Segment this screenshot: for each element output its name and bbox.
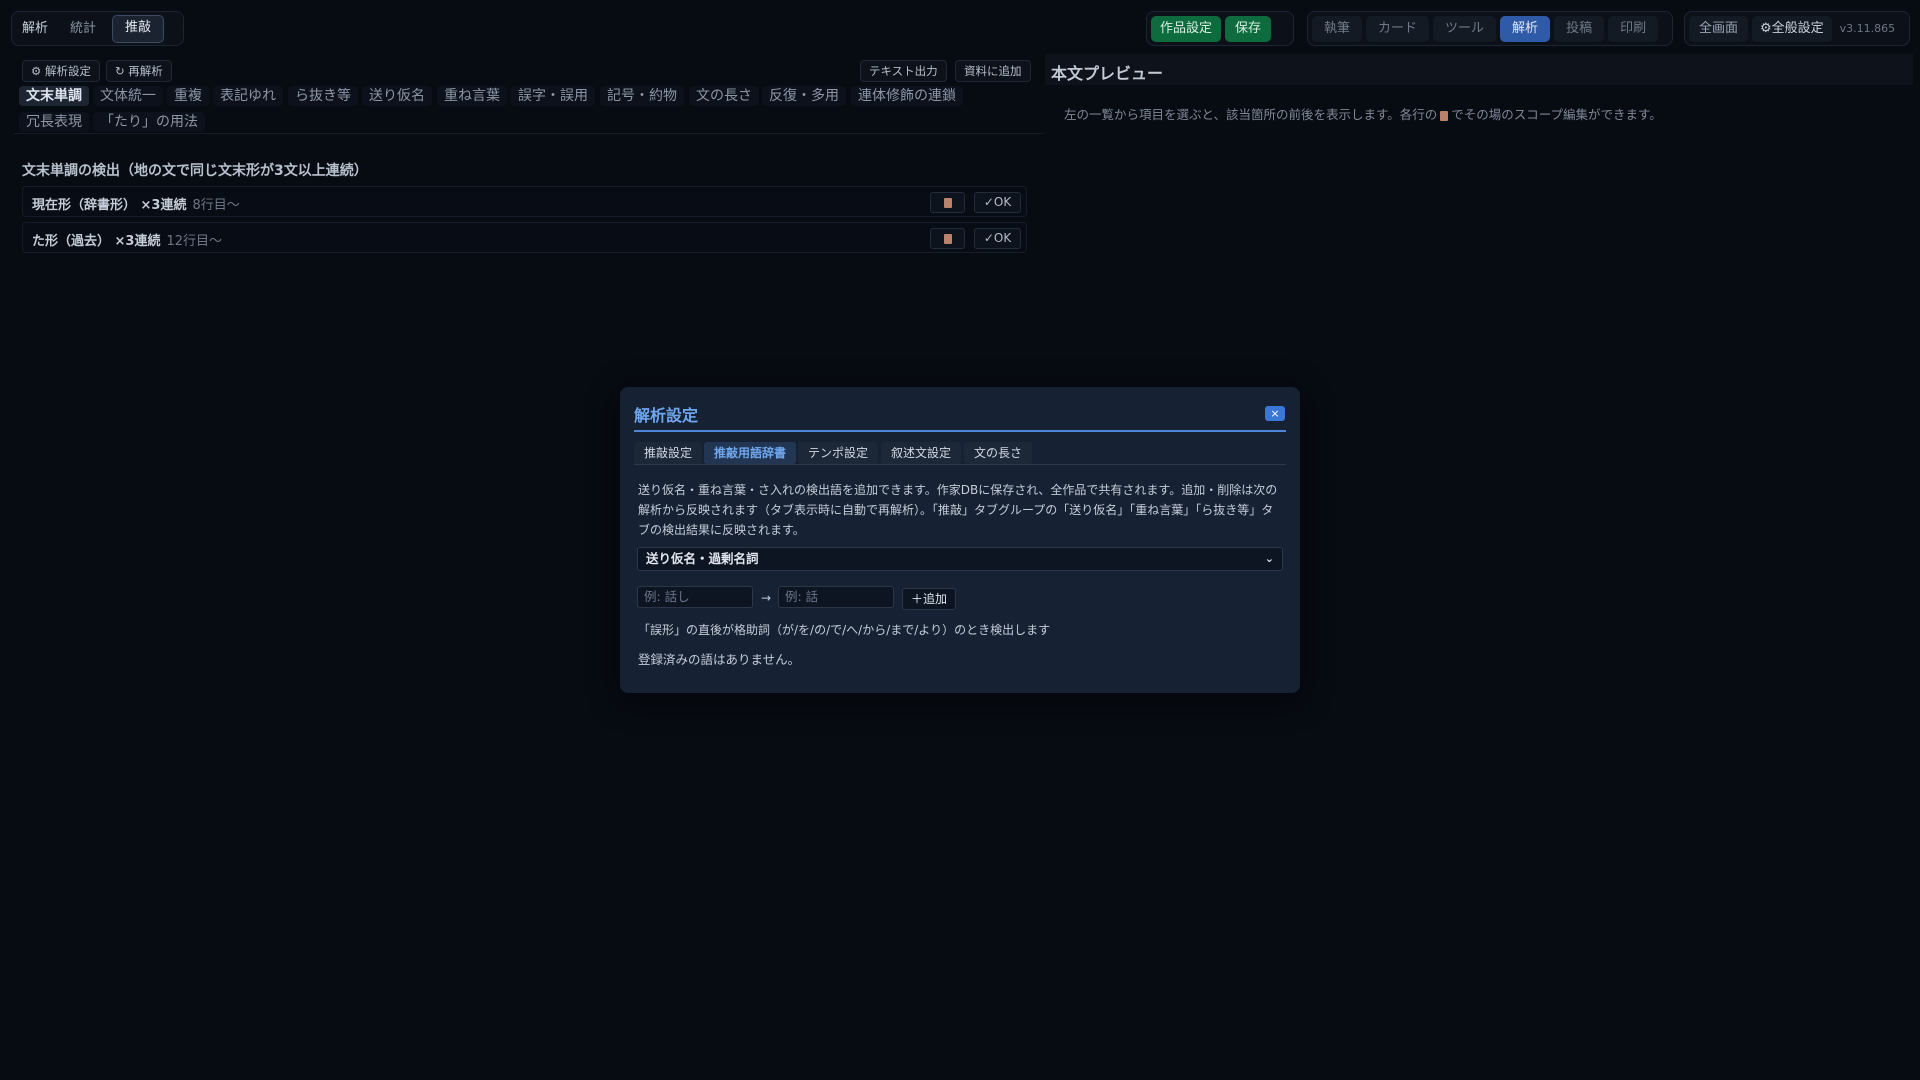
result-title: 現在形（辞書形） ×3連続 — [32, 198, 187, 213]
category-tab-symbols[interactable]: 記号・約物 — [600, 86, 684, 106]
analysis-settings-modal: 解析設定 × 推敲設定 推敲用語辞書 テンポ設定 叙述文設定 文の長さ 送り仮名… — [620, 387, 1300, 693]
document-icon — [943, 233, 952, 244]
category-tab-verbose[interactable]: 冗長表現 — [19, 112, 89, 132]
mode-tab-stats[interactable]: 統計 — [58, 16, 108, 42]
modal-title-underline — [634, 430, 1286, 432]
select-value: 送り仮名・過剰名詞 — [646, 551, 759, 566]
result-line: 12行目〜 — [166, 234, 223, 249]
modal-tab-divider — [634, 464, 1286, 465]
category-tab-redundant-words[interactable]: 重ね言葉 — [437, 86, 507, 106]
text-export-button[interactable]: テキスト出力 — [860, 60, 947, 82]
tab-analysis[interactable]: 解析 — [1500, 15, 1551, 42]
modal-tab-sentence-length[interactable]: 文の長さ — [964, 442, 1033, 464]
close-icon[interactable]: × — [1265, 406, 1285, 421]
result-row[interactable]: た形（過去） ×3連続 12行目〜 ✓OK — [22, 222, 1027, 253]
modal-description: 送り仮名・重ね言葉・さ入れの検出語を追加できます。作家DBに保存され、全作品で共… — [638, 483, 1278, 537]
modal-tab-narration[interactable]: 叙述文設定 — [881, 442, 962, 464]
analysis-settings-button[interactable]: ⚙ 解析設定 — [22, 60, 100, 82]
global-settings-button[interactable]: ⚙全般設定 — [1752, 15, 1832, 42]
tab-post[interactable]: 投稿 — [1554, 15, 1605, 42]
ok-button[interactable]: ✓OK — [974, 228, 1021, 249]
category-tab-sentence-length[interactable]: 文の長さ — [689, 86, 759, 106]
work-settings-button[interactable]: 作品設定 — [1151, 15, 1222, 42]
reanalyze-button[interactable]: ↻ 再解析 — [106, 60, 172, 82]
document-icon — [1440, 110, 1449, 121]
preview-title: 本文プレビュー — [1051, 64, 1164, 83]
modal-title: 解析設定 — [634, 406, 699, 425]
chevron-down-icon: ⌄ — [1264, 552, 1274, 565]
category-divider — [14, 133, 1044, 134]
category-tab-sentence-ending[interactable]: 文末単調 — [19, 86, 89, 106]
save-button[interactable]: 保存 — [1225, 15, 1272, 42]
category-tab-style-unify[interactable]: 文体統一 — [93, 86, 163, 106]
action-group: 作品設定 保存 — [1146, 11, 1294, 46]
mode-tab-revise[interactable]: 推敲 — [112, 14, 165, 43]
section-title: 文末単調の検出（地の文で同じ文末形が3文以上連続） — [22, 163, 368, 179]
category-tab-notation[interactable]: 表記ゆれ — [213, 86, 283, 106]
preview-header: 本文プレビュー — [1045, 54, 1913, 85]
category-tab-typo[interactable]: 誤字・誤用 — [511, 86, 595, 106]
scope-edit-button[interactable] — [930, 228, 965, 249]
result-label: 現在形（辞書形） ×3連続 8行目〜 — [32, 194, 240, 213]
modal-tab-revise-dictionary[interactable]: 推敲用語辞書 — [704, 442, 797, 464]
category-tab-okurigana[interactable]: 送り仮名 — [362, 86, 432, 106]
dictionary-category-select[interactable]: 送り仮名・過剰名詞 ⌄ — [637, 547, 1283, 571]
add-to-material-button[interactable]: 資料に追加 — [955, 60, 1031, 82]
category-tab-ranuki[interactable]: ら抜き等 — [288, 86, 358, 106]
wrong-form-input[interactable]: 例: 話し — [637, 586, 753, 608]
category-tab-repetition[interactable]: 反復・多用 — [762, 86, 846, 106]
modal-tab-revise-settings[interactable]: 推敲設定 — [634, 442, 703, 464]
document-icon — [943, 197, 952, 208]
category-tab-modifier-chain[interactable]: 連体修飾の連鎖 — [851, 86, 963, 106]
mode-tab-analysis[interactable]: 解析 — [16, 16, 54, 42]
category-tab-tari[interactable]: 「たり」の用法 — [93, 112, 205, 132]
arrow-icon: → — [761, 591, 772, 605]
scope-edit-button[interactable] — [930, 192, 965, 213]
empty-list-message: 登録済みの語はありません。 — [638, 652, 801, 667]
tab-card[interactable]: カード — [1366, 15, 1430, 42]
result-label: た形（過去） ×3連続 12行目〜 — [32, 230, 222, 249]
tab-tools[interactable]: ツール — [1433, 15, 1497, 42]
result-row[interactable]: 現在形（辞書形） ×3連続 8行目〜 ✓OK — [22, 186, 1027, 217]
tab-write[interactable]: 執筆 — [1312, 15, 1363, 42]
mode-tab-group: 解析 統計 推敲 — [11, 11, 184, 46]
version-label: v3.11.865 — [1839, 22, 1896, 35]
result-line: 8行目〜 — [192, 198, 240, 213]
tab-print[interactable]: 印刷 — [1608, 15, 1659, 42]
preview-hint: 左の一覧から項目を選ぶと、該当箇所の前後を表示します。各行の でその場のスコープ編… — [1064, 104, 1662, 123]
view-group: 全画面 ⚙全般設定 v3.11.865 — [1684, 11, 1910, 46]
add-button[interactable]: ＋追加 — [902, 588, 957, 610]
fullscreen-button[interactable]: 全画面 — [1689, 15, 1749, 42]
main-tab-group: 執筆 カード ツール 解析 投稿 印刷 — [1307, 11, 1673, 46]
detection-hint: 「誤形」の直後が格助詞（が/を/の/で/へ/から/まで/より）のとき検出します — [638, 623, 1051, 637]
category-tab-duplicate[interactable]: 重複 — [167, 86, 209, 106]
preview-hint-text-before: 左の一覧から項目を選ぶと、該当箇所の前後を表示します。各行の — [1064, 107, 1438, 122]
correct-form-input[interactable]: 例: 話 — [778, 586, 894, 608]
preview-hint-text-after: でその場のスコープ編集ができます。 — [1451, 107, 1662, 122]
result-title: た形（過去） ×3連続 — [32, 234, 161, 249]
ok-button[interactable]: ✓OK — [974, 192, 1021, 213]
modal-tab-tempo[interactable]: テンポ設定 — [798, 442, 879, 464]
